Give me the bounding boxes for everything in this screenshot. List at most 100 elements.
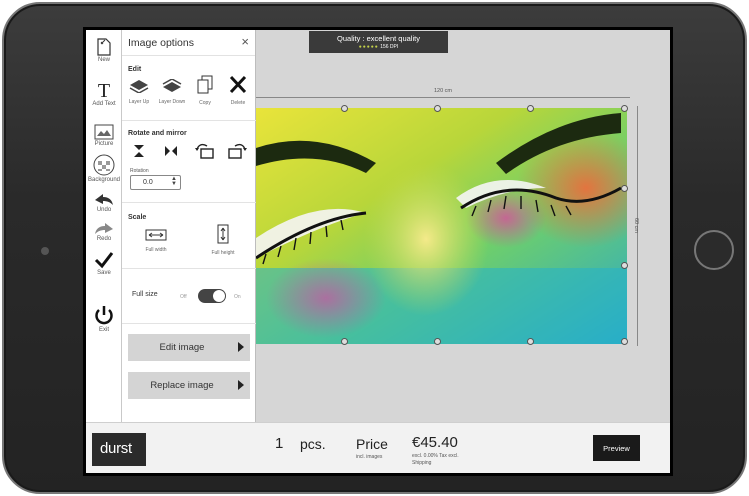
- background-tool[interactable]: Background: [86, 154, 122, 183]
- image-options-panel: Image options × Edit Layer Up Layer Down…: [122, 30, 256, 422]
- section-divider: [122, 120, 256, 121]
- picture-tool[interactable]: Picture: [86, 124, 122, 147]
- full-width-label: Full width: [145, 247, 167, 253]
- undo-tool[interactable]: Undo: [86, 192, 122, 213]
- quality-title: Quality : excellent quality: [337, 34, 420, 43]
- redo-icon: [95, 223, 113, 234]
- exit-label: Exit: [98, 327, 109, 333]
- grommet: [621, 262, 628, 269]
- price-tax-note: excl. 0.00% Tax excl.: [412, 453, 459, 459]
- new-document-icon: [97, 38, 111, 56]
- grommet: [527, 105, 534, 112]
- power-icon: [95, 306, 113, 325]
- height-dimension-text: 60 cm: [633, 218, 639, 233]
- copy-button[interactable]: Copy: [194, 75, 216, 106]
- editor-display: New T Add Text Picture Background Undo R…: [86, 30, 670, 473]
- save-tool[interactable]: Save: [86, 251, 122, 276]
- grommet: [527, 338, 534, 345]
- rotate-left-button[interactable]: [194, 142, 216, 164]
- section-divider: [122, 202, 256, 203]
- rotation-value: 0.0: [143, 179, 153, 186]
- grommet: [341, 338, 348, 345]
- full-size-off-label: Off: [180, 294, 187, 300]
- preview-button[interactable]: Preview: [593, 435, 640, 461]
- section-divider: [122, 323, 256, 324]
- new-tool[interactable]: New: [86, 38, 122, 63]
- price-shipping-note: Shipping: [412, 460, 432, 466]
- mirror-horizontal-button[interactable]: [162, 144, 180, 163]
- exit-tool[interactable]: Exit: [86, 304, 122, 333]
- full-height-icon: [217, 224, 229, 244]
- flip-horizontal-icon: [165, 146, 177, 156]
- grommet: [341, 105, 348, 112]
- picture-icon: [94, 124, 114, 140]
- width-dimension: 120 cm: [256, 88, 630, 101]
- brand-logo: durst: [92, 433, 146, 466]
- print-image[interactable]: [256, 108, 627, 344]
- section-divider: [122, 268, 256, 269]
- width-dimension-text: 120 cm: [433, 88, 453, 94]
- quality-dots: ●●●●●: [358, 44, 379, 50]
- panel-header: Image options ×: [122, 30, 255, 56]
- rotation-input[interactable]: 0.0 ▲ ▼: [130, 175, 181, 190]
- rotate-left-icon: [195, 143, 214, 159]
- grommet: [621, 338, 628, 345]
- quantity-value[interactable]: 1: [275, 435, 283, 452]
- rotate-right-button[interactable]: [226, 142, 248, 164]
- scale-section-title: Scale: [128, 214, 147, 221]
- copy-label: Copy: [199, 100, 211, 106]
- colorful-face-image: [256, 108, 627, 344]
- delete-label: Delete: [230, 100, 246, 106]
- footer-bar: durst 1 pcs. Price incl. images €45.40 e…: [86, 422, 670, 473]
- full-width-icon: [145, 229, 167, 241]
- full-size-label: Full size: [132, 291, 158, 298]
- delete-x-icon: [229, 75, 247, 94]
- layer-up-button[interactable]: Layer Up: [126, 79, 152, 105]
- screen: New T Add Text Picture Background Undo R…: [83, 27, 673, 476]
- mirror-vertical-button[interactable]: [130, 144, 148, 163]
- grommet: [621, 185, 628, 192]
- edit-section-title: Edit: [128, 66, 142, 73]
- toggle-knob: [213, 290, 225, 302]
- picture-label: Picture: [94, 141, 114, 147]
- text-icon: T: [98, 80, 110, 100]
- background-label: Background: [87, 177, 121, 183]
- panel-title: Image options: [128, 37, 194, 49]
- quantity-unit: pcs.: [300, 436, 326, 452]
- layer-down-icon: [162, 78, 182, 92]
- rotate-section-title: Rotate and mirror: [128, 130, 187, 137]
- grommet: [434, 105, 441, 112]
- checkmark-icon: [94, 252, 114, 269]
- layer-down-button[interactable]: Layer Down: [158, 78, 186, 105]
- price-label: Price: [356, 436, 388, 452]
- price-value: €45.40: [412, 434, 458, 451]
- layer-up-icon: [129, 80, 149, 94]
- save-label: Save: [97, 270, 111, 276]
- price-subtext: incl. images: [356, 454, 383, 460]
- new-label: New: [97, 57, 110, 63]
- tablet-frame: New T Add Text Picture Background Undo R…: [2, 2, 747, 494]
- full-size-toggle[interactable]: [198, 289, 226, 303]
- close-icon[interactable]: ×: [241, 35, 249, 48]
- front-camera: [41, 247, 49, 255]
- flip-vertical-icon: [134, 145, 144, 157]
- add-text-label: Add Text: [92, 101, 116, 107]
- replace-image-button[interactable]: Replace image: [128, 372, 250, 399]
- copy-icon: [197, 75, 213, 94]
- edit-image-label: Edit image: [159, 342, 205, 353]
- edit-image-button[interactable]: Edit image: [128, 334, 250, 361]
- undo-label: Undo: [96, 207, 112, 213]
- redo-tool[interactable]: Redo: [86, 221, 122, 242]
- quality-dpi: 156 DPI: [380, 44, 399, 50]
- tool-rail: New T Add Text Picture Background Undo R…: [86, 30, 122, 422]
- full-height-button[interactable]: Full height: [206, 224, 240, 256]
- full-width-button[interactable]: Full width: [140, 228, 172, 253]
- chevron-right-icon: [238, 342, 244, 352]
- spinner-icon[interactable]: ▲ ▼: [171, 176, 177, 187]
- replace-image-label: Replace image: [150, 380, 214, 391]
- delete-button[interactable]: Delete: [226, 75, 250, 106]
- add-text-tool[interactable]: T Add Text: [86, 80, 122, 107]
- rotation-label: Rotation: [130, 168, 149, 174]
- home-button[interactable]: [694, 230, 734, 270]
- layer-down-label: Layer Down: [158, 99, 186, 105]
